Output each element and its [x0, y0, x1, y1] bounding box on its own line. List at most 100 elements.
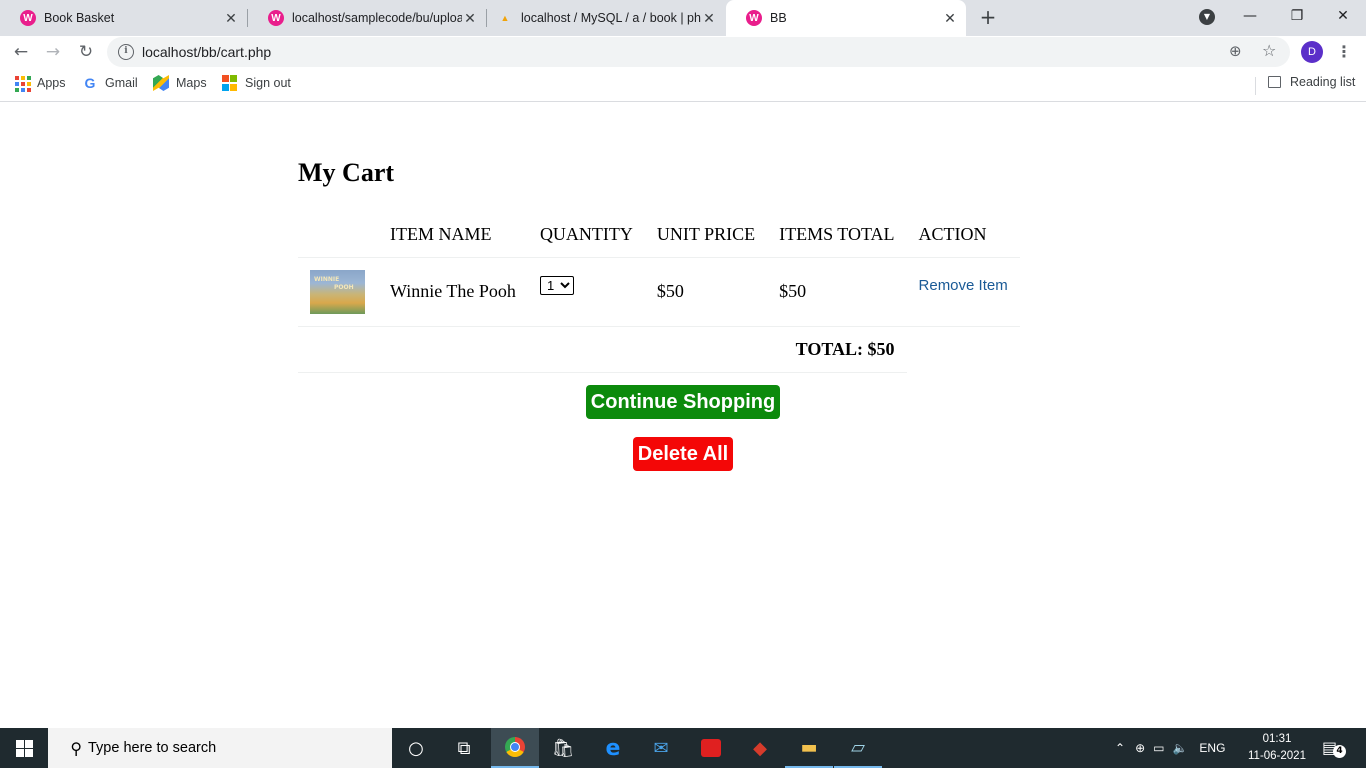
network-icon[interactable]: ⊕: [1135, 741, 1145, 755]
windows-taskbar: ⚲ Type here to search ○ ⧉ 🛍 e ✉ ◆ ▬ ▱ ⌃ …: [0, 728, 1366, 768]
taskbar-clock[interactable]: 01:31 11-06-2021: [1246, 731, 1308, 765]
item-image-cell: WINNIE POOH: [298, 257, 378, 327]
close-icon[interactable]: ✕: [942, 10, 958, 27]
mail-icon[interactable]: ✉: [637, 728, 685, 768]
column-header: QUANTITY: [527, 213, 645, 258]
browser-toolbar: ← → ↻ i localhost/bb/cart.php ⊕ ☆ D ⋮: [0, 36, 1366, 68]
chrome-icon: [505, 737, 525, 757]
window-close-button[interactable]: ✕: [1323, 4, 1363, 28]
bookmark-gmail[interactable]: G Gmail: [82, 75, 138, 91]
edge-icon[interactable]: e: [589, 728, 637, 768]
volume-icon[interactable]: 🔈: [1172, 741, 1187, 755]
reading-list-button[interactable]: Reading list: [1268, 75, 1355, 89]
microsoft-icon: [222, 75, 238, 91]
item-name: Winnie The Pooh: [378, 257, 528, 327]
bookmark-apps[interactable]: Apps: [14, 75, 66, 92]
delete-all-button[interactable]: Delete All: [633, 437, 733, 471]
quantity-select[interactable]: 1: [539, 275, 574, 295]
back-icon[interactable]: ←: [9, 40, 33, 64]
profile-avatar[interactable]: D: [1301, 41, 1323, 63]
cart-table: ITEM NAME QUANTITY UNIT PRICE ITEMS TOTA…: [298, 213, 1020, 373]
search-icon: ⚲: [70, 738, 82, 758]
forward-icon[interactable]: →: [41, 40, 65, 64]
search-placeholder: Type here to search: [88, 740, 217, 756]
table-row: WINNIE POOH Winnie The Pooh 1 $50 $50 Re…: [298, 257, 1020, 327]
close-icon[interactable]: ✕: [462, 10, 478, 27]
cortana-icon[interactable]: ○: [392, 728, 440, 768]
column-header: ITEMS TOTAL: [767, 213, 907, 258]
cover-text: WINNIE: [314, 275, 340, 283]
close-icon[interactable]: ✕: [223, 10, 239, 27]
bookmark-maps[interactable]: Maps: [153, 75, 207, 91]
column-header-image: [298, 213, 378, 258]
stack-app-icon[interactable]: ◆: [736, 728, 784, 768]
column-header: ITEM NAME: [378, 213, 528, 258]
new-tab-button[interactable]: +: [977, 6, 999, 28]
bookmark-sign-out[interactable]: Sign out: [222, 75, 291, 91]
phpmyadmin-favicon-icon: ▲: [500, 13, 510, 23]
total-row: TOTAL: $50: [298, 326, 1020, 373]
tab-phpmyadmin[interactable]: ▲ localhost / MySQL / a / book | ph ✕: [487, 0, 725, 36]
maps-icon: [153, 75, 169, 91]
start-button[interactable]: [0, 728, 48, 768]
reading-list-icon: [1268, 76, 1281, 88]
zoom-icon[interactable]: ⊕: [1229, 42, 1242, 60]
wamp-favicon-icon: W: [20, 10, 36, 26]
store-icon[interactable]: 🛍: [539, 728, 587, 768]
page-content: My Cart ITEM NAME QUANTITY UNIT PRICE IT…: [0, 103, 1366, 728]
taskbar-search-box[interactable]: ⚲ Type here to search: [48, 728, 392, 768]
task-view-icon[interactable]: ⧉: [440, 728, 488, 768]
notepad-icon[interactable]: ▱: [834, 728, 882, 768]
tab-title: Book Basket: [44, 11, 115, 25]
file-explorer-icon[interactable]: ▬: [785, 728, 833, 768]
continue-shopping-button[interactable]: Continue Shopping: [586, 385, 780, 419]
restore-button[interactable]: ❐: [1277, 4, 1317, 28]
tab-book-basket[interactable]: W Book Basket ✕: [0, 0, 247, 36]
bookmark-label: Apps: [37, 76, 66, 90]
bookmarks-divider: [1255, 77, 1256, 95]
column-header: UNIT PRICE: [644, 213, 768, 258]
star-icon[interactable]: ☆: [1262, 41, 1276, 60]
address-bar[interactable]: i localhost/bb/cart.php ⊕ ☆: [107, 37, 1290, 67]
column-header: ACTION: [906, 213, 1020, 258]
item-quantity-cell: 1: [527, 257, 645, 327]
total-empty-cell: [907, 326, 1020, 372]
book-cover-image: WINNIE POOH: [310, 269, 365, 314]
url-text[interactable]: localhost/bb/cart.php: [142, 44, 271, 60]
chrome-taskbar-button[interactable]: [491, 728, 539, 768]
item-total: $50: [767, 257, 907, 327]
notification-badge: 4: [1333, 745, 1346, 758]
reader-app-icon[interactable]: [687, 728, 735, 768]
reload-icon[interactable]: ↻: [74, 40, 98, 64]
cover-text: POOH: [334, 283, 354, 291]
tab-strip: W Book Basket ✕ W localhost/samplecode/b…: [0, 0, 1366, 36]
item-action-cell: Remove Item: [906, 257, 1020, 327]
item-unit-price: $50: [644, 257, 768, 327]
bookmark-label: Sign out: [245, 76, 291, 90]
clock-time: 01:31: [1262, 733, 1292, 745]
wamp-favicon-icon: W: [268, 10, 284, 26]
notification-center-button[interactable]: ▤ 4: [1322, 738, 1346, 758]
close-icon[interactable]: ✕: [701, 10, 717, 27]
language-indicator[interactable]: ENG: [1199, 741, 1225, 755]
minimize-button[interactable]: —: [1230, 4, 1270, 28]
tab-search-icon[interactable]: ▼: [1199, 9, 1215, 25]
tab-title: localhost / MySQL / a / book | ph: [521, 11, 701, 25]
battery-icon[interactable]: ▭: [1153, 741, 1164, 755]
cart-total: TOTAL: $50: [298, 326, 907, 373]
page-title: My Cart: [298, 158, 395, 187]
google-icon: G: [84, 75, 96, 91]
tab-bb[interactable]: W BB ✕: [726, 0, 966, 36]
show-hidden-icons-icon[interactable]: ⌃: [1115, 741, 1125, 755]
table-header-row: ITEM NAME QUANTITY UNIT PRICE ITEMS TOTA…: [298, 213, 1020, 258]
remove-item-link[interactable]: Remove Item: [919, 277, 1008, 294]
info-icon[interactable]: i: [118, 44, 134, 60]
menu-icon[interactable]: ⋮: [1336, 41, 1352, 63]
wamp-favicon-icon: W: [746, 10, 762, 26]
clock-date: 11-06-2021: [1248, 750, 1306, 762]
apps-grid-icon: [14, 75, 31, 92]
reader-app-icon-shape: [701, 739, 721, 757]
tab-upload[interactable]: W localhost/samplecode/bu/uploac ✕: [248, 0, 486, 36]
bookmark-label: Gmail: [105, 76, 138, 90]
windows-icon: [15, 739, 33, 757]
